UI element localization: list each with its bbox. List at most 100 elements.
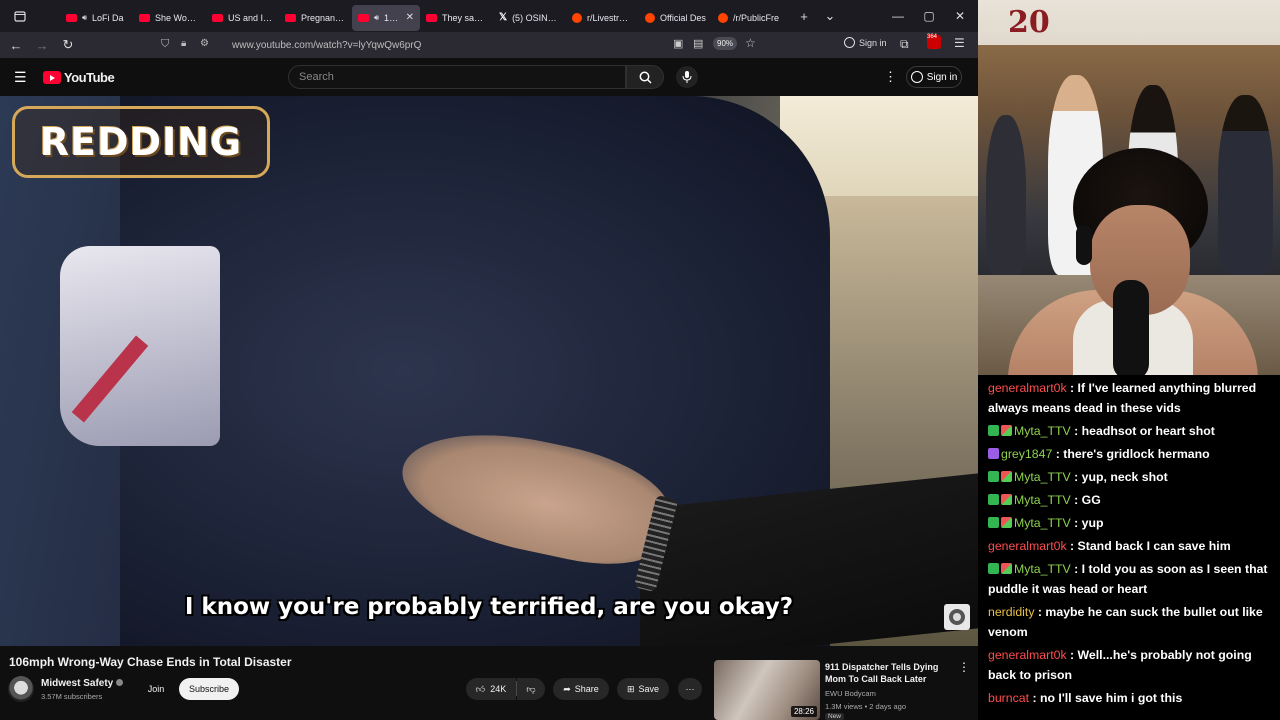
chat-username[interactable]: grey1847 [1001, 447, 1052, 461]
reddit-icon [645, 12, 655, 23]
chat-separator: : [1070, 470, 1082, 484]
more-options-icon[interactable]: ⋮ [884, 69, 897, 85]
voice-search-button[interactable] [676, 66, 698, 88]
chat-message: generalmart0k : Well...he's probably not… [988, 645, 1274, 685]
chat-username[interactable]: Myta_TTV [1014, 493, 1071, 507]
reload-button[interactable]: ↻ [55, 32, 81, 58]
browser-tab[interactable]: US and Isra [206, 5, 279, 31]
browser-tab[interactable]: /r/PublicFre [712, 5, 785, 31]
headphones-icon [1076, 225, 1092, 265]
chat-badge-icon [988, 425, 999, 436]
account-signin-button[interactable]: Sign in [844, 37, 887, 48]
streamer-webcam: 20 [978, 0, 1280, 375]
tab-label: /r/PublicFre [733, 12, 779, 23]
channel-avatar[interactable] [8, 676, 34, 702]
audio-playing-icon[interactable]: 🔊︎ [82, 13, 87, 23]
chat-badge-icon [988, 517, 999, 528]
tab-label: US and Isra [228, 12, 273, 23]
browser-tab[interactable]: Official Des [639, 5, 712, 31]
search-input[interactable] [289, 66, 625, 88]
save-button[interactable]: ⊞ Save [617, 678, 669, 700]
recommended-thumbnail[interactable]: 28:26 [714, 660, 820, 720]
browser-tab[interactable]: r/Livestrean [566, 5, 639, 31]
browser-tab[interactable]: Pregnant M [279, 5, 352, 31]
youtube-play-icon [43, 71, 61, 84]
chat-username[interactable]: generalmart0k [988, 648, 1067, 662]
chat-username[interactable]: Myta_TTV [1014, 562, 1071, 576]
tab-list-button[interactable]: ⌄ [817, 3, 843, 29]
browser-tab[interactable]: 𝕏 (5) OSINTde [493, 5, 566, 31]
chat-badge-icon [1001, 494, 1012, 505]
bookmark-star-icon[interactable]: ☆ [745, 36, 756, 50]
more-actions-button[interactable]: ⋯ [678, 678, 702, 700]
chat-text: yup [1081, 516, 1104, 530]
forward-button[interactable]: → [29, 32, 55, 58]
menu-icon[interactable]: ☰ [954, 36, 965, 50]
zoom-level[interactable]: 90% [713, 37, 738, 50]
chat-badge-icon [1001, 471, 1012, 482]
youtube-logo[interactable]: YouTube [43, 70, 115, 85]
chat-separator: : [1034, 605, 1046, 619]
browser-tab[interactable]: 🔊︎ LoFi Da [60, 5, 133, 31]
subscribe-button[interactable]: Subscribe [179, 678, 239, 700]
chat-text: headhsot or heart shot [1081, 424, 1215, 438]
chat-username[interactable]: burncat [988, 691, 1029, 705]
browser-tab[interactable]: She Woke U [133, 5, 206, 31]
recommended-title[interactable]: 911 Dispatcher Tells Dying Mom To Call B… [825, 661, 945, 685]
chat-badge-icon [1001, 425, 1012, 436]
back-button[interactable]: ← [3, 32, 29, 58]
chat-separator: : [1070, 424, 1082, 438]
chat-username[interactable]: generalmart0k [988, 539, 1067, 553]
browser-tab[interactable]: They saw m [420, 5, 493, 31]
chat-username[interactable]: generalmart0k [988, 381, 1067, 395]
chat-username[interactable]: Myta_TTV [1014, 516, 1071, 530]
recommended-more-icon[interactable]: ⋮ [958, 660, 970, 674]
close-tab-icon[interactable]: ✕ [406, 12, 414, 23]
picture-icon[interactable]: ▣ [673, 37, 683, 50]
channel-watermark-icon[interactable] [944, 604, 970, 630]
chat-username[interactable]: Myta_TTV [1014, 470, 1071, 484]
new-tab-button[interactable]: + [791, 3, 817, 29]
browser-tab[interactable]: 🔊︎ 106r ✕ [352, 4, 420, 31]
share-button[interactable]: ➦ Share [553, 678, 609, 700]
chat-message: Myta_TTV : headhsot or heart shot [988, 421, 1274, 441]
microphone [1113, 280, 1149, 375]
thumbs-up-icon: 👍︎ [475, 683, 486, 694]
url-text: www.youtube.com/watch?v=lyYqwQw6prQ [232, 39, 422, 51]
share-icon: ➦ [563, 683, 571, 694]
audio-playing-icon[interactable]: 🔊︎ [374, 13, 379, 23]
dislike-button[interactable]: 👎︎ [517, 678, 545, 700]
browser-tab-bar: 🔊︎ LoFi Da She Woke U US and Isra Pregnant M… [0, 0, 978, 32]
like-button[interactable]: 👍︎ 24K [466, 678, 516, 700]
browser-nav-bar: ← → ↻ ⛉ 🔒︎ ⚙ www.youtube.com/watch?v=lyY… [0, 32, 978, 58]
search-button[interactable] [626, 65, 664, 89]
stream-chat: generalmart0k : If I've learned anything… [978, 375, 1280, 720]
chat-username[interactable]: Myta_TTV [1014, 424, 1071, 438]
hamburger-menu-icon[interactable]: ☰ [14, 69, 27, 86]
recommended-channel[interactable]: EWU Bodycam [825, 689, 876, 698]
tab-overview-icon[interactable] [0, 3, 40, 29]
url-bar[interactable]: ⛉ 🔒︎ ⚙ www.youtube.com/watch?v=lyYqwQw6p… [155, 34, 767, 56]
youtube-signin-button[interactable]: Sign in [906, 66, 962, 88]
chat-message: Myta_TTV : yup [988, 513, 1274, 533]
chat-separator: : [1070, 516, 1082, 530]
extensions-icon[interactable]: ⧉ [900, 37, 909, 52]
extension-icon[interactable]: 364 [927, 34, 941, 49]
chat-message: Myta_TTV : yup, neck shot [988, 467, 1274, 487]
chat-message: burncat : no I'll save him i got this [988, 688, 1274, 708]
city-overlay: REDDING [12, 106, 270, 178]
reddit-icon [572, 12, 582, 23]
chat-badge-icon [988, 563, 999, 574]
maximize-button[interactable]: ▢ [913, 0, 945, 32]
minimize-button[interactable]: — [882, 0, 914, 32]
chat-text: GG [1081, 493, 1101, 507]
video-player[interactable]: REDDING I know you're probably terrified… [0, 96, 978, 646]
youtube-icon [139, 13, 150, 22]
youtube-icon [212, 13, 223, 22]
join-button[interactable]: Join [142, 678, 170, 700]
chat-username[interactable]: nerdidity [988, 605, 1034, 619]
close-window-button[interactable]: ✕ [944, 0, 976, 32]
reader-view-icon[interactable]: ▤ [693, 37, 703, 50]
chat-badge-icon [988, 494, 999, 505]
channel-name[interactable]: Midwest Safety [41, 678, 124, 689]
